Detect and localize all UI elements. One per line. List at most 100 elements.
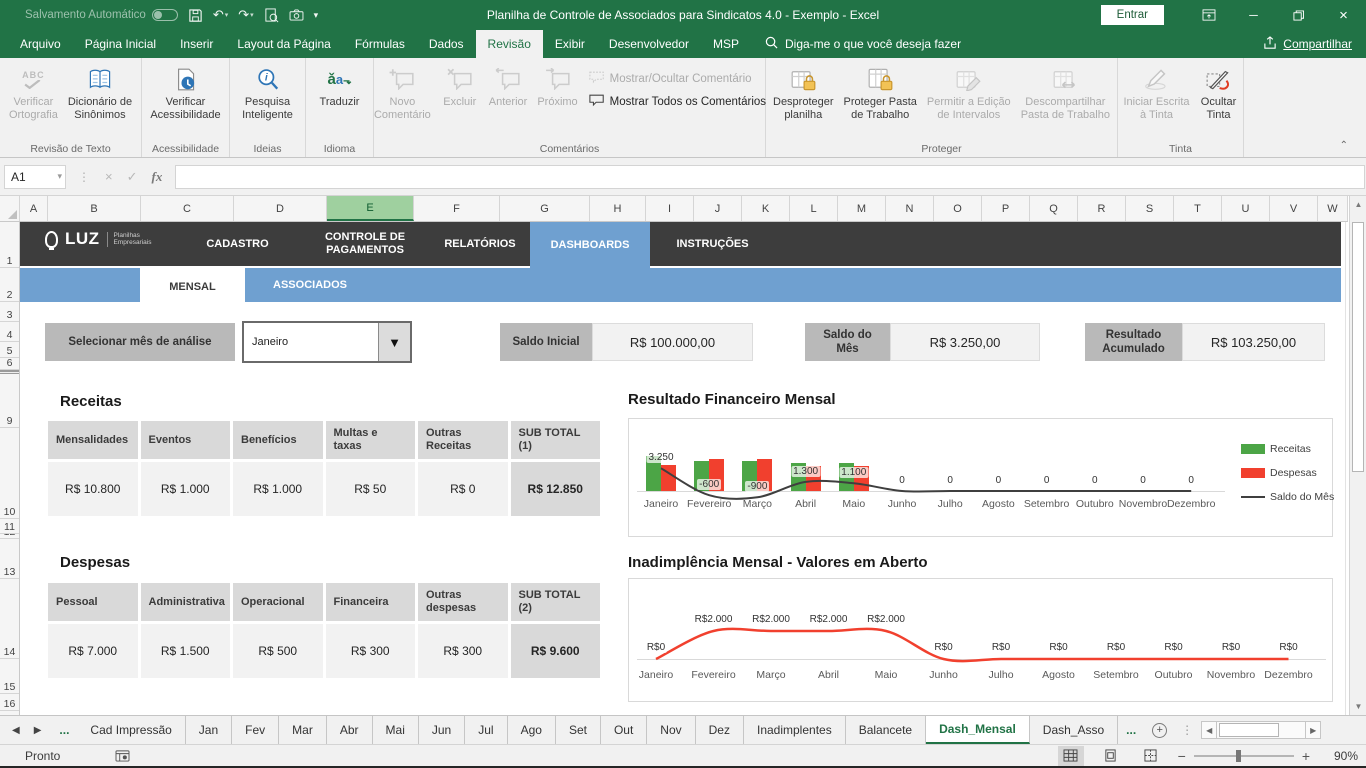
sheet-overflow-leading[interactable]: ... xyxy=(51,716,77,744)
subnav-tab-mensal[interactable]: MENSAL xyxy=(140,268,245,306)
nav-tab-cadastro[interactable]: CADASTRO xyxy=(175,222,300,266)
column-header-N[interactable]: N xyxy=(886,196,934,221)
sheet-tab-out[interactable]: Out xyxy=(601,716,647,744)
normal-view-icon[interactable] xyxy=(1058,746,1084,766)
menu-tab-fórmulas[interactable]: Fórmulas xyxy=(343,30,417,58)
menu-tab-página-inicial[interactable]: Página Inicial xyxy=(73,30,168,58)
column-header-J[interactable]: J xyxy=(694,196,742,221)
row-header-6[interactable]: 6 xyxy=(0,358,19,370)
macro-record-icon[interactable] xyxy=(115,749,130,762)
zoom-slider-thumb[interactable] xyxy=(1236,750,1241,762)
sheet-tab-dash_asso[interactable]: Dash_Asso xyxy=(1030,716,1118,744)
nav-tab-instruções[interactable]: INSTRUÇÕES xyxy=(650,222,775,266)
autosave-toggle[interactable]: Salvamento Automático xyxy=(25,9,178,21)
sheet-tab-inadimplentes[interactable]: Inadimplentes xyxy=(744,716,846,744)
camera-icon[interactable] xyxy=(289,9,304,21)
sheet-tab-abr[interactable]: Abr xyxy=(327,716,373,744)
zoom-level[interactable]: 90% xyxy=(1324,749,1358,763)
redo-icon[interactable]: ↷▾ xyxy=(238,7,253,23)
mostrar-todos-os-comentarios-button[interactable]: Mostrar Todos os Comentários xyxy=(589,94,766,110)
column-header-P[interactable]: P xyxy=(982,196,1030,221)
collapse-ribbon-icon[interactable]: ⌃ xyxy=(1340,140,1348,151)
menu-tab-dados[interactable]: Dados xyxy=(417,30,476,58)
sheet-tab-balancete[interactable]: Balancete xyxy=(846,716,926,744)
column-header-T[interactable]: T xyxy=(1174,196,1222,221)
sheet-tab-fev[interactable]: Fev xyxy=(232,716,279,744)
hscroll-right-icon[interactable]: ▶ xyxy=(1305,721,1321,739)
column-header-H[interactable]: H xyxy=(590,196,646,221)
save-icon[interactable] xyxy=(188,8,203,23)
scroll-up-icon[interactable]: ▲ xyxy=(1350,196,1366,213)
zoom-slider[interactable] xyxy=(1194,755,1294,757)
sheet-tab-ago[interactable]: Ago xyxy=(508,716,556,744)
pesquisa-inteligente-button[interactable]: iPesquisaInteligente xyxy=(237,61,298,125)
sign-in-button[interactable]: Entrar xyxy=(1101,5,1164,25)
column-header-M[interactable]: M xyxy=(838,196,886,221)
sheet-tab-jan[interactable]: Jan xyxy=(186,716,232,744)
nav-tab-dashboards[interactable]: DASHBOARDS xyxy=(530,222,650,268)
ribbon-display-options-icon[interactable] xyxy=(1186,0,1231,30)
menu-tab-arquivo[interactable]: Arquivo xyxy=(8,30,73,58)
row-header-9[interactable]: 9 xyxy=(0,374,19,428)
vertical-scrollbar-thumb[interactable] xyxy=(1352,222,1364,472)
column-header-E[interactable]: E xyxy=(327,196,414,221)
sheet-tab-jul[interactable]: Jul xyxy=(465,716,507,744)
row-header-14[interactable]: 14 xyxy=(0,579,19,659)
column-header-W[interactable]: W xyxy=(1318,196,1348,221)
traduzir-button[interactable]: ǎa⬎Traduzir xyxy=(315,61,365,112)
print-preview-icon[interactable] xyxy=(264,8,279,23)
select-all-corner[interactable] xyxy=(0,196,20,221)
menu-tab-desenvolvedor[interactable]: Desenvolvedor xyxy=(597,30,701,58)
sheet-scroll-right-icon[interactable]: ▶ xyxy=(34,725,42,736)
row-header-15[interactable]: 15 xyxy=(0,659,19,694)
subnav-tab-associados[interactable]: ASSOCIADOS xyxy=(255,268,365,302)
row-header-11[interactable]: 11 xyxy=(0,519,19,534)
insert-function-icon[interactable]: fx xyxy=(145,169,170,185)
zoom-out-icon[interactable]: − xyxy=(1178,748,1186,764)
column-header-V[interactable]: V xyxy=(1270,196,1318,221)
sheet-tab-set[interactable]: Set xyxy=(556,716,601,744)
column-header-L[interactable]: L xyxy=(790,196,838,221)
menu-tab-exibir[interactable]: Exibir xyxy=(543,30,597,58)
desproteger-planilha-button[interactable]: Desprotegerplanilha xyxy=(768,61,839,125)
column-header-D[interactable]: D xyxy=(234,196,327,221)
column-header-U[interactable]: U xyxy=(1222,196,1270,221)
verificar-acessibilidade-button[interactable]: VerificarAcessibilidade xyxy=(145,61,225,125)
row-header-3[interactable]: 3 xyxy=(0,302,19,322)
sheet-tab-jun[interactable]: Jun xyxy=(419,716,465,744)
sheet-tab-nov[interactable]: Nov xyxy=(647,716,695,744)
dicionario-de-sinonimos-button[interactable]: Dicionário deSinônimos xyxy=(63,61,137,125)
minimize-button[interactable]: ─ xyxy=(1231,0,1276,30)
month-dropdown[interactable]: Janeiro ▼ xyxy=(242,321,412,363)
hscroll-track[interactable] xyxy=(1217,721,1305,739)
sheet-tab-mai[interactable]: Mai xyxy=(373,716,419,744)
sheet-tab-cad-impressão[interactable]: Cad Impressão xyxy=(77,716,185,744)
horizontal-scrollbar[interactable]: ◀▶ xyxy=(1201,720,1321,740)
page-break-view-icon[interactable] xyxy=(1138,746,1164,766)
new-sheet-icon[interactable]: + xyxy=(1152,723,1167,738)
formula-input[interactable] xyxy=(175,165,1365,189)
menu-tab-layout-da-página[interactable]: Layout da Página xyxy=(225,30,342,58)
cancel-formula-icon[interactable]: × xyxy=(98,169,120,184)
ocultar-tinta-button[interactable]: OcultarTinta xyxy=(1195,61,1243,125)
proteger-pasta-de-trabalho-button[interactable]: Proteger Pastade Trabalho xyxy=(839,61,922,125)
column-header-G[interactable]: G xyxy=(500,196,590,221)
menu-tab-inserir[interactable]: Inserir xyxy=(168,30,225,58)
nav-tab-controle-de-pagamentos[interactable]: CONTROLE DE PAGAMENTOS xyxy=(300,222,430,266)
page-layout-view-icon[interactable] xyxy=(1098,746,1124,766)
column-header-C[interactable]: C xyxy=(141,196,234,221)
sheet-tab-dez[interactable]: Dez xyxy=(696,716,744,744)
column-header-R[interactable]: R xyxy=(1078,196,1126,221)
share-button[interactable]: Compartilhar xyxy=(1263,36,1352,53)
row-header-5[interactable]: 5 xyxy=(0,342,19,358)
column-header-B[interactable]: B xyxy=(48,196,141,221)
zoom-in-icon[interactable]: + xyxy=(1302,748,1310,764)
undo-icon[interactable]: ↶▾ xyxy=(213,7,228,23)
menu-tab-msp[interactable]: MSP xyxy=(701,30,751,58)
column-header-Q[interactable]: Q xyxy=(1030,196,1078,221)
dropdown-arrow-icon[interactable]: ▼ xyxy=(378,323,410,361)
name-box[interactable]: A1 ▾ xyxy=(4,165,66,189)
column-header-S[interactable]: S xyxy=(1126,196,1174,221)
sheet-tab-mar[interactable]: Mar xyxy=(279,716,327,744)
restore-button[interactable] xyxy=(1276,0,1321,30)
